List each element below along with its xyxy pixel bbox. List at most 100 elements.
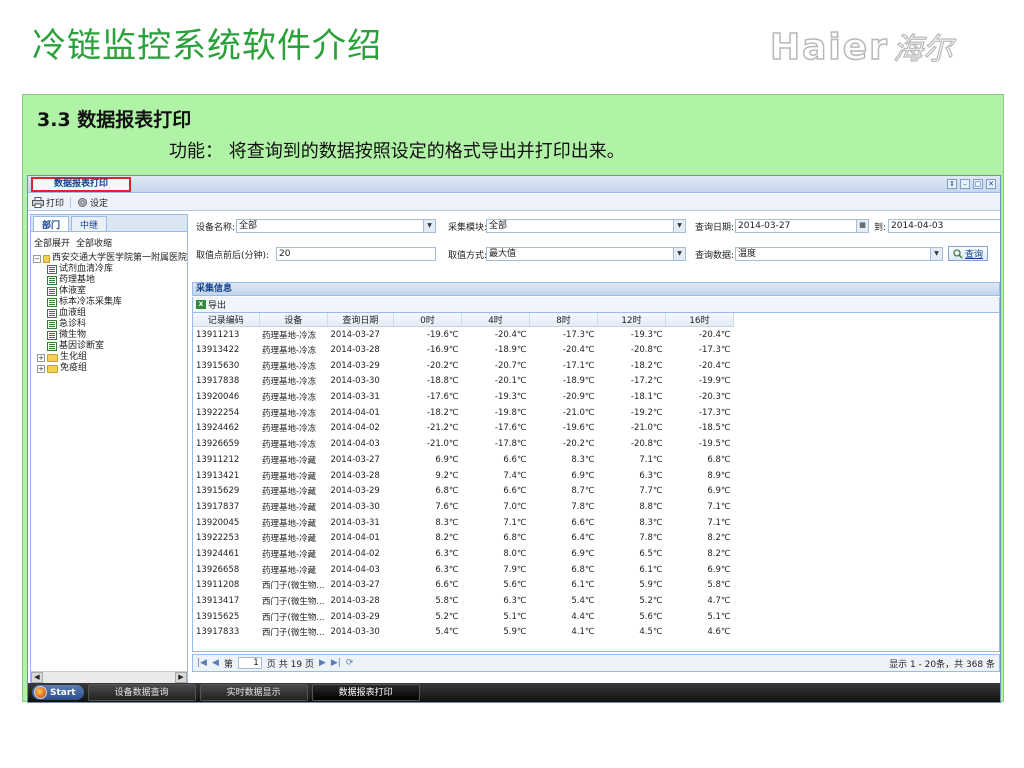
table-cell: 7.8℃: [571, 501, 595, 512]
column-header[interactable]: 记录编码: [193, 313, 260, 327]
column-header[interactable]: 0时: [393, 313, 462, 327]
table-row[interactable]: 13911208 西门子(微生物... 2014-03-27 6.6℃ 5.6℃ 6.1℃…: [193, 578, 733, 594]
tree-root-node[interactable]: − 西安交通大学医学院第一附属医院: [31, 253, 187, 264]
tree-horizontal-scrollbar[interactable]: ◀ ▶: [31, 671, 187, 683]
tree-folder-item[interactable]: + 免疫组: [31, 363, 187, 374]
tree-leaf-item[interactable]: 药理基地: [31, 275, 187, 286]
next-page-icon[interactable]: ▶: [319, 658, 326, 668]
table-row[interactable]: 13913422 药理基地-冷冻 2014-03-28 -16.9℃ -18.9℃ -20…: [193, 342, 733, 358]
start-label: Start: [50, 687, 76, 698]
column-header[interactable]: 12时: [597, 313, 666, 327]
table-cell: -18.1℃: [630, 392, 663, 403]
print-button[interactable]: 打印: [32, 196, 64, 209]
table-row[interactable]: 13917837 药理基地-冷藏 2014-03-30 7.6℃ 7.0℃ 7.8℃ 8.8…: [193, 499, 733, 515]
module-select[interactable]: 全部 ▼: [486, 219, 686, 233]
table-header-row: 记录编码 设备 查询日期 0时 4时 8时 12时 16时: [193, 313, 734, 327]
scroll-right-icon[interactable]: ▶: [175, 672, 187, 683]
table-cell: 2014-03-30: [330, 501, 380, 512]
table-cell: 13911212: [196, 454, 240, 465]
minimize-icon[interactable]: –: [960, 179, 970, 189]
column-header[interactable]: 16时: [665, 313, 734, 327]
start-button[interactable]: Start: [32, 685, 84, 700]
column-header[interactable]: 4时: [461, 313, 530, 327]
table-row[interactable]: 13920046 药理基地-冷冻 2014-03-31 -17.6℃ -19.3℃ -20…: [193, 389, 733, 405]
column-header[interactable]: 设备: [259, 313, 328, 327]
data-select[interactable]: 温度 ▼: [735, 247, 943, 261]
table-cell: -17.8℃: [494, 439, 527, 450]
expand-all-link[interactable]: 全部展开: [34, 236, 70, 249]
taskbar-item[interactable]: 实时数据显示: [199, 684, 308, 701]
expand-toggle-icon[interactable]: +: [37, 353, 45, 362]
tree-leaf-item[interactable]: 体液室: [31, 286, 187, 297]
app-window: 数据报表打印 ⇕ – □ ✕ 打印 设定 部门 中继 全部展开 全部收缩 − 西…: [27, 175, 1001, 703]
export-button[interactable]: X 导出: [196, 298, 226, 311]
tree-leaf-item[interactable]: 标本冷冻采集库: [31, 297, 187, 308]
table-cell: 药理基地-冷藏: [262, 502, 317, 513]
tree-folder-item[interactable]: + 生化组: [31, 352, 187, 363]
scroll-left-icon[interactable]: ◀: [31, 672, 43, 683]
tab-department[interactable]: 部门: [33, 216, 70, 231]
collapse-all-link[interactable]: 全部收缩: [76, 236, 112, 249]
tree-leaf-item[interactable]: 血液组: [31, 308, 187, 319]
table-row[interactable]: 13924461 药理基地-冷藏 2014-04-02 6.3℃ 8.0℃ 6.9℃ 6.5…: [193, 546, 733, 562]
table-cell: 5.1℃: [503, 611, 527, 622]
tree-leaf-item[interactable]: 微生物: [31, 330, 187, 341]
tab-relay[interactable]: 中继: [71, 216, 108, 231]
date-to-field[interactable]: 2014-04-03 ▦: [888, 219, 1000, 233]
table-row[interactable]: 13911212 药理基地-冷藏 2014-03-27 6.9℃ 6.6℃ 8.3℃ 7.1…: [193, 452, 733, 468]
table-row[interactable]: 13924462 药理基地-冷冻 2014-04-02 -21.2℃ -17.6℃ -19…: [193, 421, 733, 437]
page-prefix: 第: [223, 659, 233, 670]
table-row[interactable]: 13915625 西门子(微生物... 2014-03-29 5.2℃ 5.1℃ 4.4℃…: [193, 609, 733, 625]
device-select[interactable]: 全部 ▼: [236, 219, 436, 233]
table-row[interactable]: 13917833 西门子(微生物... 2014-03-30 5.4℃ 5.9℃ 4.1℃…: [193, 625, 733, 641]
tab-report-print[interactable]: 数据报表打印: [31, 177, 131, 192]
column-header[interactable]: 8时: [529, 313, 598, 327]
leaf-node-icon: [47, 265, 57, 274]
interval-input[interactable]: 20: [276, 247, 436, 261]
table-row[interactable]: 13922254 药理基地-冷冻 2014-04-01 -18.2℃ -19.8℃ -21…: [193, 405, 733, 421]
calendar-icon[interactable]: ▦: [856, 220, 868, 232]
table-cell: -20.1℃: [494, 376, 527, 387]
table-row[interactable]: 13917838 药理基地-冷冻 2014-03-30 -18.8℃ -20.1℃ -18…: [193, 374, 733, 390]
table-cell: 7.6℃: [435, 501, 459, 512]
leaf-node-icon: [47, 309, 57, 318]
expand-toggle-icon[interactable]: +: [37, 364, 45, 373]
table-cell: 13915630: [196, 360, 240, 371]
table-row[interactable]: 13913417 西门子(微生物... 2014-03-28 5.8℃ 6.3℃ 5.4℃…: [193, 593, 733, 609]
module-select-value: 全部: [489, 221, 508, 231]
table-row[interactable]: 13922253 药理基地-冷藏 2014-04-01 8.2℃ 6.8℃ 6.4℃ 7.8…: [193, 530, 733, 546]
date-to-value: 2014-04-03: [891, 221, 944, 231]
table-row[interactable]: 13913421 药理基地-冷藏 2014-03-28 9.2℃ 7.4℃ 6.9℃ 6.3…: [193, 468, 733, 484]
table-cell: -16.9℃: [426, 345, 459, 356]
close-icon[interactable]: ✕: [986, 179, 996, 189]
tree-leaf-item[interactable]: 急诊科: [31, 319, 187, 330]
tree-leaf-item[interactable]: 基因诊断室: [31, 341, 187, 352]
date-from-field[interactable]: 2014-03-27 ▦: [735, 219, 869, 233]
table-row[interactable]: 13926658 药理基地-冷藏 2014-04-03 6.3℃ 7.9℃ 6.8℃ 6.1…: [193, 562, 733, 578]
tree-leaf-item[interactable]: 试剂血清冷库: [31, 264, 187, 275]
table-cell: 13913417: [196, 596, 240, 607]
page-number-input[interactable]: 1: [237, 657, 262, 669]
column-header[interactable]: 查询日期: [327, 313, 394, 327]
maximize-icon[interactable]: □: [973, 179, 983, 189]
taskbar-item[interactable]: 设备数据查询: [87, 684, 196, 701]
taskbar-item[interactable]: 数据报表打印: [311, 684, 420, 701]
table-row[interactable]: 13920045 药理基地-冷藏 2014-03-31 8.3℃ 7.1℃ 6.6℃ 8.3…: [193, 515, 733, 531]
table-row[interactable]: 13911213 药理基地-冷冻 2014-03-27 -19.6℃ -20.4℃ -17…: [193, 327, 733, 343]
table-row[interactable]: 13915630 药理基地-冷冻 2014-03-29 -20.2℃ -20.7℃ -17…: [193, 358, 733, 374]
first-page-icon[interactable]: |◀: [197, 658, 207, 668]
query-button[interactable]: 查询: [948, 246, 989, 261]
table-cell: 13922253: [196, 533, 240, 544]
table-row[interactable]: 13915629 药理基地-冷藏 2014-03-29 6.8℃ 6.6℃ 8.7℃ 7.7…: [193, 483, 733, 499]
last-page-icon[interactable]: ▶|: [331, 658, 341, 668]
method-select[interactable]: 最大值 ▼: [486, 247, 686, 261]
collapse-toggle-icon[interactable]: −: [33, 254, 41, 263]
settings-button[interactable]: 设定: [77, 196, 108, 209]
restore-icon[interactable]: ⇕: [947, 179, 957, 189]
table-cell: 8.3℃: [639, 517, 663, 528]
table-cell: -21.2℃: [426, 423, 459, 434]
table-cell: 西门子(微生物...: [262, 628, 325, 639]
table-row[interactable]: 13926659 药理基地-冷冻 2014-04-03 -21.0℃ -17.8℃ -20…: [193, 436, 733, 452]
prev-page-icon[interactable]: ◀: [212, 658, 219, 668]
refresh-icon[interactable]: ⟳: [346, 658, 354, 668]
